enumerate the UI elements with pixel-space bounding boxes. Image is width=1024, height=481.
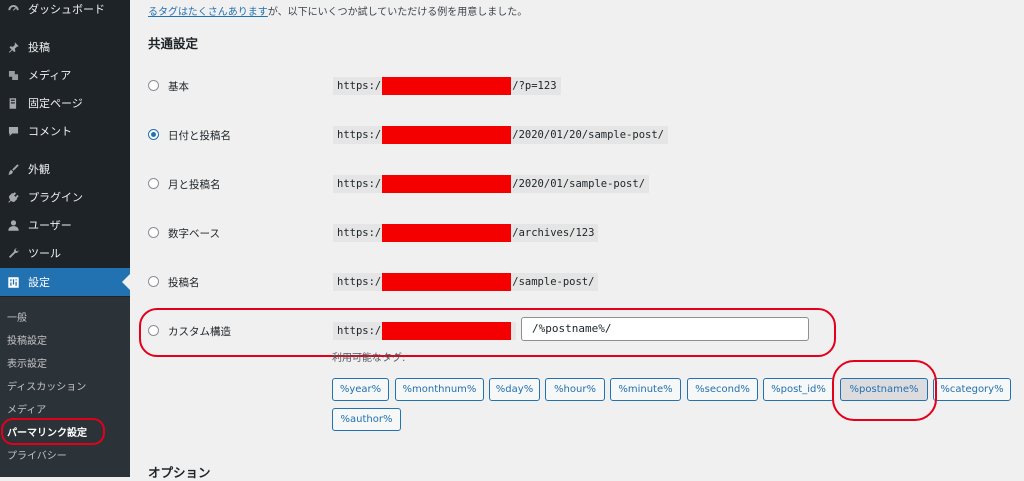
- sidebar-item-posts[interactable]: 投稿: [0, 33, 130, 61]
- sidebar-item-users[interactable]: ユーザー: [0, 211, 130, 239]
- tag-button-minute[interactable]: %minute%: [610, 378, 681, 401]
- sidebar-item-label: プラグイン: [28, 191, 83, 204]
- options-section-title: オプション: [148, 465, 211, 480]
- custom-structure-input[interactable]: /%postname%/: [521, 317, 809, 341]
- sidebar-item-comments[interactable]: コメント: [0, 117, 130, 145]
- radio-day-name[interactable]: [148, 129, 159, 140]
- intro-text: るタグはたくさんありますが、以下にいくつか試していただける例を用意しました。: [148, 3, 527, 18]
- option-label: 月と投稿名: [168, 179, 221, 191]
- tag-button-postname[interactable]: %postname%: [840, 378, 928, 401]
- main-content: るタグはたくさんありますが、以下にいくつか試していただける例を用意しました。 共…: [130, 0, 1024, 480]
- option-post-name[interactable]: 投稿名 https://sample-post/: [148, 273, 1008, 293]
- sidebar-item-label: ユーザー: [28, 219, 72, 232]
- sidebar-item-label: 固定ページ: [28, 97, 83, 110]
- submenu-item-privacy[interactable]: プライバシー: [7, 447, 67, 462]
- url-example: https://2020/01/20/sample-post/: [333, 126, 668, 144]
- tags-doc-link[interactable]: るタグはたくさんあります: [148, 7, 268, 18]
- redacted-domain: [382, 175, 512, 193]
- pin-icon: [6, 40, 20, 54]
- tag-button-category[interactable]: %category%: [933, 378, 1011, 401]
- option-label: 基本: [168, 81, 189, 93]
- sidebar-item-label: ダッシュボード: [28, 3, 105, 16]
- option-numeric[interactable]: 数字ベース https://archives/123: [148, 224, 1008, 244]
- sidebar-item-label: 外観: [28, 163, 50, 176]
- page-icon: [6, 96, 20, 110]
- tag-button-hour[interactable]: %hour%: [545, 378, 605, 401]
- radio-month-name[interactable]: [148, 178, 159, 189]
- url-example: https://sample-post/: [333, 273, 599, 291]
- dashboard-icon: [6, 2, 20, 16]
- active-indicator: [122, 274, 130, 290]
- wrench-icon: [6, 246, 20, 260]
- sidebar-item-label: ツール: [28, 247, 61, 260]
- url-example: https://2020/01/sample-post/: [333, 175, 650, 193]
- submenu-item-media[interactable]: メディア: [7, 401, 46, 416]
- sidebar-item-label: メディア: [28, 69, 72, 82]
- submenu-item-general[interactable]: 一般: [7, 309, 27, 324]
- radio-custom-structure[interactable]: [148, 325, 159, 336]
- redacted-domain: [382, 126, 512, 144]
- sidebar-item-appearance[interactable]: 外観: [0, 155, 130, 183]
- user-icon: [6, 218, 20, 232]
- radio-numeric[interactable]: [148, 227, 159, 238]
- radio-plain[interactable]: [148, 80, 159, 91]
- intro-sentence: が、以下にいくつか試していただける例を用意しました。: [267, 7, 528, 18]
- plugin-icon: [6, 190, 20, 204]
- option-month-name[interactable]: 月と投稿名 https://2020/01/sample-post/: [148, 175, 1008, 195]
- option-label: 日付と投稿名: [168, 130, 231, 142]
- sidebar-item-label: 投稿: [28, 41, 50, 54]
- tag-button-author[interactable]: %author%: [332, 408, 401, 431]
- url-example: https://?p=123: [333, 77, 561, 95]
- tag-button-second[interactable]: %second%: [687, 378, 758, 401]
- redacted-domain: [382, 77, 512, 95]
- option-day-name[interactable]: 日付と投稿名 https://2020/01/20/sample-post/: [148, 126, 1008, 146]
- option-plain[interactable]: 基本 https://?p=123: [148, 77, 1008, 97]
- url-prefix: https:/: [333, 322, 517, 340]
- sidebar-item-tools[interactable]: ツール: [0, 239, 130, 267]
- option-label: 投稿名: [168, 277, 200, 289]
- tag-button-year[interactable]: %year%: [332, 378, 389, 401]
- settings-submenu: 一般 投稿設定 表示設定 ディスカッション メディア パーマリンク設定 プライバ…: [0, 297, 130, 477]
- sidebar-item-plugins[interactable]: プラグイン: [0, 183, 130, 211]
- media-icon: [6, 68, 20, 82]
- submenu-item-permalinks[interactable]: パーマリンク設定: [7, 424, 87, 439]
- sidebar-item-label: コメント: [28, 125, 72, 138]
- sidebar-item-settings[interactable]: 設定: [0, 268, 130, 296]
- radio-post-name[interactable]: [148, 276, 159, 287]
- submenu-item-writing[interactable]: 投稿設定: [7, 332, 47, 347]
- comment-icon: [6, 124, 20, 138]
- redacted-domain: [382, 273, 512, 291]
- admin-sidebar: ダッシュボード 投稿 メディア 固定ページ コメント 外観 プラグイン ユーザー…: [0, 0, 130, 477]
- sidebar-item-label: 設定: [28, 276, 50, 289]
- sidebar-item-pages[interactable]: 固定ページ: [0, 89, 130, 117]
- available-tags-label: 利用可能なタグ:: [332, 353, 406, 364]
- submenu-item-discussion[interactable]: ディスカッション: [7, 378, 86, 393]
- redacted-domain: [382, 224, 512, 242]
- sidebar-item-dashboard[interactable]: ダッシュボード: [0, 0, 130, 23]
- brush-icon: [6, 162, 20, 176]
- redacted-domain: [382, 322, 512, 340]
- sidebar-item-media[interactable]: メディア: [0, 61, 130, 89]
- common-settings-title: 共通設定: [148, 36, 199, 51]
- tag-button-monthnum[interactable]: %monthnum%: [395, 378, 484, 401]
- url-example: https://archives/123: [333, 224, 599, 242]
- tag-button-day[interactable]: %day%: [489, 378, 540, 401]
- option-custom-structure[interactable]: カスタム構造 https:/ /%postname%/: [148, 317, 1008, 342]
- submenu-item-reading[interactable]: 表示設定: [7, 355, 47, 370]
- option-label: 数字ベース: [168, 228, 220, 240]
- settings-icon: [6, 275, 20, 289]
- option-label: カスタム構造: [168, 326, 231, 338]
- tag-button-post-id[interactable]: %post_id%: [763, 378, 834, 401]
